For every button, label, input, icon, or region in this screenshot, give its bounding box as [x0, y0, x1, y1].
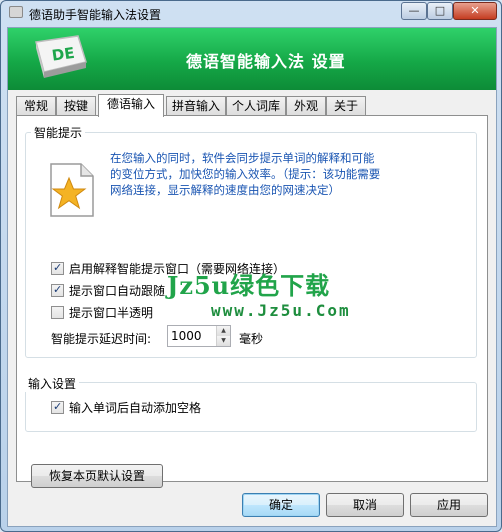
spin-down-arrow-icon[interactable]: ▼ — [216, 336, 230, 346]
input-settings-group-label: 输入设置 — [25, 375, 80, 392]
watermark: Jz5u绿色下载 www.Jz5u.Com — [167, 266, 427, 320]
checkbox-box[interactable] — [51, 261, 64, 275]
title-bar[interactable]: 德语助手智能输入法设置 — □ ✕ — [1, 1, 501, 25]
checkbox-label: 提示窗口自动跟随 — [69, 283, 166, 298]
apply-button[interactable]: 应用 — [410, 493, 488, 517]
tab-pinyin-input[interactable]: 拼音输入 — [166, 96, 226, 116]
checkbox-box[interactable] — [51, 400, 64, 414]
auto-space-checkbox[interactable]: 输入单词后自动添加空格 — [51, 399, 201, 415]
logo-text: DE — [51, 44, 76, 65]
smart-hint-group-label: 智能提示 — [31, 124, 86, 141]
delay-spinner[interactable]: ▲ ▼ — [167, 325, 231, 347]
tab-about[interactable]: 关于 — [326, 96, 366, 116]
de-key-logo-icon: DE — [35, 35, 87, 78]
window-title: 德语助手智能输入法设置 — [29, 8, 162, 22]
tab-german-input[interactable]: 德语输入 — [98, 94, 164, 117]
checkbox-box[interactable] — [51, 305, 64, 319]
translucent-window-checkbox[interactable]: 提示窗口半透明 — [51, 304, 153, 320]
watermark-line-1: Jz5u绿色下载 — [167, 271, 331, 300]
client-area: DE 德语智能输入法 设置 常规 按键 德语输入 拼音输入 个人词库 外观 关于… — [7, 27, 497, 527]
delay-label: 智能提示延迟时间: — [51, 332, 152, 346]
settings-window: 德语助手智能输入法设置 — □ ✕ DE 德语智能输入法 设置 常规 按键 德语… — [0, 0, 502, 532]
minimize-button[interactable]: — — [401, 2, 427, 20]
close-button[interactable]: ✕ — [453, 2, 497, 20]
tab-panel-german-input: 智能提示 在您输入的同时，软件会同步提示单词的解释和可能的变位方式，加快您的输入… — [16, 115, 488, 488]
app-icon — [9, 6, 23, 18]
watermark-line-2: www.Jz5u.Com — [211, 301, 351, 320]
cancel-button[interactable]: 取消 — [326, 493, 404, 517]
maximize-icon: □ — [434, 4, 446, 17]
tab-general[interactable]: 常规 — [16, 96, 56, 116]
checkbox-label: 提示窗口半透明 — [69, 305, 154, 320]
maximize-button[interactable]: □ — [427, 2, 453, 20]
checkbox-label: 输入单词后自动添加空格 — [69, 400, 202, 415]
close-icon: ✕ — [470, 4, 480, 17]
banner-title: 德语智能输入法 设置 — [186, 52, 346, 71]
auto-follow-checkbox[interactable]: 提示窗口自动跟随 — [51, 282, 165, 298]
delay-unit: 毫秒 — [239, 332, 264, 346]
delay-input[interactable] — [171, 329, 215, 343]
restore-defaults-button[interactable]: 恢复本页默认设置 — [31, 464, 163, 488]
header-banner: DE 德语智能输入法 设置 — [8, 28, 496, 90]
document-star-icon — [50, 163, 94, 217]
spin-up-arrow-icon[interactable]: ▲ — [216, 326, 230, 336]
tab-personal-dictionary[interactable]: 个人词库 — [226, 96, 286, 116]
checkbox-box[interactable] — [51, 283, 64, 297]
smart-hint-description: 在您输入的同时，软件会同步提示单词的解释和可能的变位方式，加快您的输入效率。（提… — [110, 151, 381, 197]
tab-keys[interactable]: 按键 — [56, 96, 96, 116]
minimize-icon: — — [408, 4, 420, 17]
ok-button[interactable]: 确定 — [242, 493, 320, 517]
tab-appearance[interactable]: 外观 — [286, 96, 326, 116]
